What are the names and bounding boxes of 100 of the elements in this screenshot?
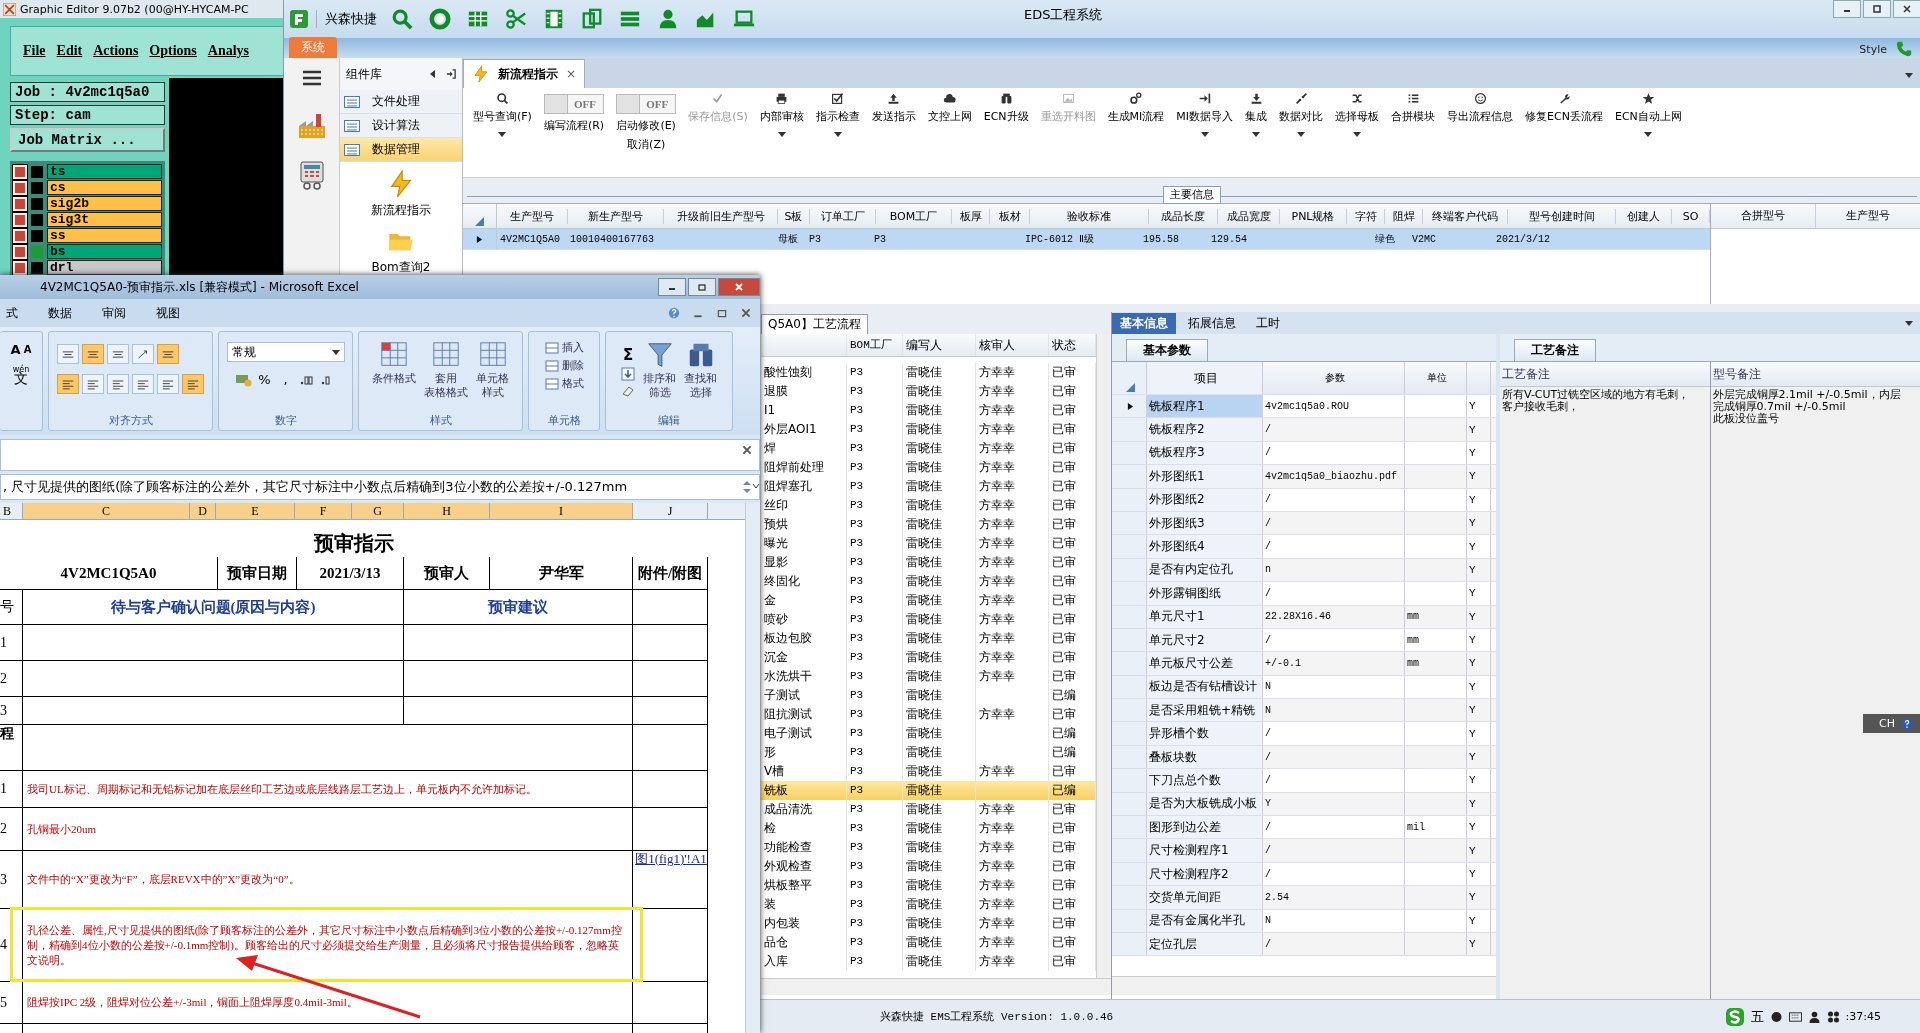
grid-row[interactable]: 是否有内定位孔 n Y [1112, 558, 1496, 583]
table-cell[interactable]: 是否为大板铣成小板 [1147, 792, 1263, 816]
grid-row[interactable]: 是否有金属化半孔 N Y [1112, 909, 1496, 933]
column-header[interactable]: F [295, 503, 352, 519]
toolbar-button[interactable]: 导出流程信息 [1447, 92, 1514, 124]
table-cell[interactable]: 板边是否有钻槽设计 [1147, 675, 1263, 699]
grid-row[interactable]: 是否采用粗铣+精铣 N Y [1112, 699, 1496, 723]
column-header[interactable]: 生产型号 [497, 208, 568, 224]
number-format-dropdown[interactable]: 常规 [226, 342, 345, 362]
layer-name[interactable]: sig3t [47, 212, 162, 227]
table-cell[interactable]: 图形到边公差 [1147, 816, 1263, 839]
grid-row[interactable]: 4V2MC1Q5A0 10010400167763 母板 P3 P3 IPC-6012 Ⅱ级 195.58 129.54 绿色 V2MC 2021/3/12 [463, 229, 1710, 250]
autosum-button[interactable]: Σ [621, 346, 635, 364]
ribbon-tab[interactable]: 视图 [156, 304, 180, 322]
toolbar-button[interactable]: 指示检查 [815, 92, 860, 137]
table-cell[interactable]: 是否有内定位孔 [1147, 558, 1263, 582]
column-header[interactable]: 参数 [1263, 362, 1405, 394]
component-category[interactable]: 设计算法 [340, 114, 462, 138]
toolbar-button[interactable]: 数据对比 [1279, 92, 1324, 137]
table-cell[interactable]: 尺寸检测程序2 [1147, 862, 1263, 886]
table-cell[interactable]: 外形图纸2 [1147, 488, 1263, 511]
attachment-link[interactable]: 图1(fig1)'!A1 [633, 851, 707, 867]
tab[interactable]: 基本信息 [1112, 312, 1176, 334]
ribbon-tab[interactable]: 式 [6, 304, 18, 322]
tool-item[interactable]: 新流程指示 [340, 170, 462, 219]
grid-row[interactable]: 定位孔层 / Y [1112, 933, 1496, 957]
column-header[interactable]: 创建人 [1616, 208, 1672, 224]
column-header[interactable]: BOM工厂 [876, 208, 952, 224]
layer-name[interactable]: bs [47, 244, 162, 259]
grid-row[interactable]: 尺寸检测程序1 / Y [1112, 839, 1496, 863]
column-header[interactable]: H [404, 503, 490, 519]
column-header[interactable]: 合拼型号 [1711, 204, 1816, 228]
phonetic-button[interactable]: wén 文 [12, 365, 30, 383]
column-header[interactable]: 编写人 [903, 334, 976, 356]
column-header[interactable]: J [633, 503, 708, 519]
grow-font-button[interactable]: A [10, 342, 21, 357]
panel-tab[interactable]: 工艺备注 [1514, 339, 1596, 361]
menu-item[interactable]: Options [149, 43, 197, 59]
tab[interactable]: 拓展信息 [1180, 312, 1244, 334]
menu-item[interactable]: Edit [56, 43, 83, 59]
table-cell[interactable]: 外形露铜图纸 [1147, 582, 1263, 605]
grid-row[interactable]: 铣板程序1 4v2mc1q5a0.ROU Y [1112, 395, 1496, 419]
ribbon-button[interactable]: 删除 [544, 358, 584, 373]
ribbon-tab[interactable]: 审阅 [102, 304, 126, 322]
column-header[interactable]: I [490, 503, 633, 519]
toolbar-button[interactable]: 合拼模块 [1391, 92, 1436, 124]
column-header[interactable]: BOM工厂 [847, 334, 903, 356]
grid-row[interactable]: 单元板尺寸公差 +/-0.1 mm Y [1112, 652, 1496, 676]
document-tab[interactable]: 新流程指示 × [463, 59, 586, 88]
toolbar-button[interactable]: 选择母板 [1335, 92, 1380, 137]
toolbar-button[interactable]: 发送指示 [871, 92, 916, 124]
menu-item[interactable]: Actions [93, 43, 139, 59]
toolbar-button[interactable]: ECN升级 [983, 92, 1029, 124]
column-header[interactable]: 字符 [1347, 208, 1385, 224]
column-header[interactable]: G [352, 503, 404, 519]
job-matrix-button[interactable]: Job Matrix ... [10, 128, 165, 152]
style-menu[interactable]: Style [1859, 43, 1887, 56]
input-method-bar[interactable]: 五 [1724, 1006, 1840, 1027]
table-cell[interactable]: 单元尺寸1 [1147, 605, 1263, 628]
component-category[interactable]: 数据管理 [340, 138, 462, 162]
table-cell[interactable]: 叠板块数 [1147, 745, 1263, 769]
column-header[interactable]: C [23, 503, 190, 519]
ribbon-button[interactable]: 条件格式 [372, 340, 416, 386]
grid-row[interactable]: 异形槽个数 / Y [1112, 722, 1496, 746]
layer-name[interactable]: drl [47, 260, 162, 275]
toolbar-button[interactable]: MI数据导入 [1176, 92, 1234, 137]
table-cell[interactable]: 定位孔层 [1147, 933, 1263, 956]
column-header[interactable]: 核审人 [976, 334, 1049, 356]
tool-item[interactable]: Bom查询2 [340, 227, 462, 276]
column-header[interactable]: 订单工厂 [810, 208, 876, 224]
number-style-button[interactable]: % [255, 372, 274, 387]
table-cell[interactable]: 外形图纸4 [1147, 535, 1263, 558]
column-header[interactable]: 升级前旧生产型号 [664, 208, 778, 224]
process-row[interactable]: 铣板 P3 雷晓佳 已编 [761, 781, 1096, 800]
toolbar-button[interactable]: 型号查询(F) [473, 92, 532, 137]
close-tab-button[interactable]: × [566, 67, 577, 81]
grid-row[interactable]: 交货单元间距 2.54 Y [1112, 886, 1496, 910]
table-cell[interactable]: 交货单元间距 [1147, 886, 1263, 909]
table-cell[interactable]: 下刀点总个数 [1147, 769, 1263, 792]
column-header[interactable]: 项目 [1147, 362, 1263, 394]
panel-tab[interactable]: 基本参数 [1126, 339, 1208, 361]
grid-row[interactable]: 外形图纸3 / Y [1112, 511, 1496, 536]
column-header[interactable]: 单位 [1405, 362, 1467, 394]
table-cell[interactable]: 异形槽个数 [1147, 722, 1263, 745]
layer-name[interactable]: sig2b [47, 196, 162, 211]
grid-row[interactable]: 单元尺寸2 / mm Y [1112, 628, 1496, 653]
toolbar-button[interactable]: 内部审核 [759, 92, 804, 137]
toolbar-button[interactable]: 修复ECN丢流程 [1525, 92, 1603, 124]
toolbar-button[interactable]: 集成 [1245, 92, 1268, 137]
column-header[interactable]: 新生产型号 [568, 208, 664, 224]
column-header[interactable]: 板材 [990, 208, 1030, 224]
menu-item[interactable]: Analys [207, 43, 250, 59]
panel-tab[interactable]: Q5A0】工艺流程 [761, 314, 868, 334]
number-style-button[interactable]: , [276, 372, 295, 387]
column-header[interactable]: E [216, 503, 295, 519]
shrink-font-button[interactable]: A [23, 344, 32, 355]
toolbar-button[interactable]: 文控上网 [927, 92, 972, 124]
column-header[interactable]: 型号创建时间 [1508, 208, 1616, 224]
table-cell[interactable]: 是否采用粗铣+精铣 [1147, 699, 1263, 722]
grid-row[interactable]: 外形图纸2 / Y [1112, 488, 1496, 512]
